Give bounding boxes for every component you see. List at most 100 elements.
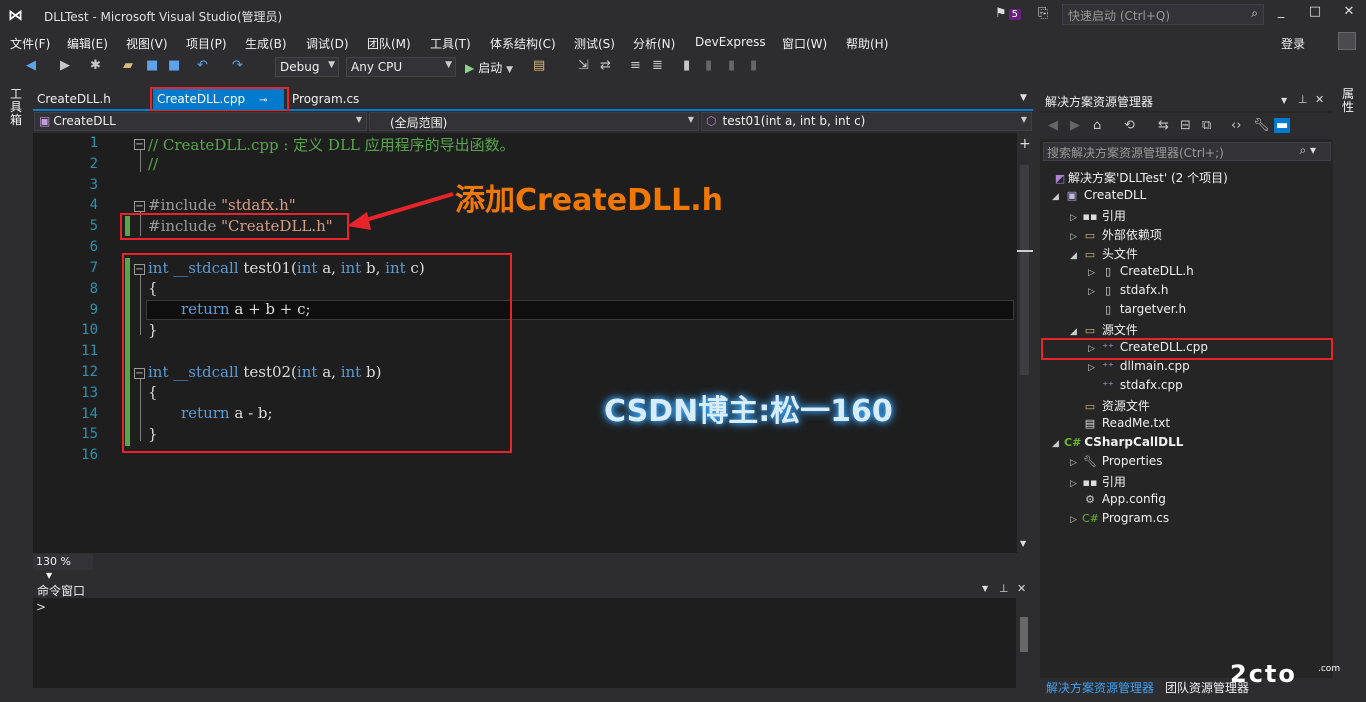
- notifications-flag-icon[interactable]: ⚑ 5: [995, 6, 1022, 21]
- collapsed-chevron-icon[interactable]: ▷: [1070, 458, 1082, 468]
- expanded-chevron-icon[interactable]: ◢: [1070, 327, 1082, 337]
- comment-icon[interactable]: ≡: [630, 58, 641, 73]
- menu-project[interactable]: 项目(P): [186, 35, 227, 52]
- scrollbar-thumb[interactable]: [1020, 165, 1029, 375]
- feedback-icon[interactable]: ⎘: [1038, 6, 1048, 21]
- step-over-icon[interactable]: ⇄: [600, 58, 611, 73]
- save-icon[interactable]: ■: [146, 58, 158, 73]
- bookmark-icon[interactable]: ▮: [683, 58, 690, 73]
- save-all-icon[interactable]: ■: [168, 58, 180, 73]
- collapse-icon[interactable]: −: [134, 139, 145, 150]
- close-button[interactable]: ✕: [1338, 4, 1360, 24]
- solution-search-input[interactable]: 搜索解决方案资源管理器(Ctrl+;) ⌕ ▾: [1043, 142, 1331, 161]
- scope-dropdown[interactable]: (全局范围) ▼: [369, 112, 699, 131]
- home-icon[interactable]: ⌂: [1093, 118, 1101, 133]
- new-project-icon[interactable]: ✱: [90, 58, 101, 73]
- properties-wrench-icon[interactable]: 🔧︎: [1253, 118, 1270, 133]
- collapsed-chevron-icon[interactable]: ▷: [1070, 515, 1082, 525]
- split-editor-icon[interactable]: +: [1019, 136, 1031, 152]
- tree-item-properties[interactable]: ▷ 🔧︎ Properties: [1070, 454, 1162, 473]
- menu-devexpress[interactable]: DevExpress: [695, 35, 766, 49]
- collapsed-chevron-icon[interactable]: ▷: [1070, 479, 1082, 489]
- next-bookmark-icon[interactable]: ▮: [728, 58, 735, 73]
- properties-tab[interactable]: 属性: [1342, 88, 1356, 114]
- collapsed-chevron-icon[interactable]: ▷: [1088, 287, 1100, 297]
- login-link[interactable]: 登录: [1281, 35, 1305, 52]
- window-position-chevron-icon[interactable]: ▼: [1281, 96, 1287, 105]
- menu-test[interactable]: 测试(S): [574, 35, 615, 52]
- auto-hide-pin-icon[interactable]: ⊥: [1298, 93, 1308, 106]
- tree-item-stdafx-h[interactable]: ▷ ▯ stdafx.h: [1088, 283, 1169, 302]
- solution-configuration-select[interactable]: Debug ▼: [275, 57, 339, 77]
- tree-item-resource-files[interactable]: ▭ 资源文件: [1082, 397, 1150, 416]
- menu-tools[interactable]: 工具(T): [430, 35, 471, 52]
- prev-bookmark-icon[interactable]: ▮: [705, 58, 712, 73]
- auto-hide-pin-icon[interactable]: ⊥: [999, 582, 1009, 595]
- collapse-all-icon[interactable]: ⊟: [1180, 118, 1191, 133]
- collapsed-chevron-icon[interactable]: ▷: [1088, 268, 1100, 278]
- tab-createdll-h[interactable]: CreateDLL.h: [33, 89, 115, 110]
- tab-solution-explorer[interactable]: 解决方案资源管理器: [1046, 679, 1154, 696]
- tree-item-references[interactable]: ▷ ▪▪ 引用: [1070, 207, 1126, 226]
- window-position-chevron-icon[interactable]: ▼: [982, 584, 988, 593]
- tree-item-csharpcalldll-project[interactable]: ◢ C# CSharpCallDLL: [1052, 435, 1183, 454]
- menu-help[interactable]: 帮助(H): [846, 35, 888, 52]
- tree-item-targetver-h[interactable]: ▯ targetver.h: [1100, 302, 1186, 321]
- tree-item-createdll-project[interactable]: ◢ ▣ CreateDLL: [1052, 188, 1146, 207]
- tree-item-external-deps[interactable]: ▷ ▭ 外部依赖项: [1070, 226, 1162, 245]
- collapsed-chevron-icon[interactable]: ▷: [1070, 213, 1082, 223]
- preview-selected-icon[interactable]: ▬: [1274, 118, 1291, 133]
- toolbox-tab[interactable]: 工具箱: [10, 88, 24, 127]
- collapse-icon[interactable]: −: [134, 201, 145, 212]
- expanded-chevron-icon[interactable]: ◢: [1052, 192, 1064, 202]
- open-file-icon[interactable]: ▰: [123, 58, 133, 73]
- expanded-chevron-icon[interactable]: ◢: [1052, 439, 1064, 449]
- solution-platform-select[interactable]: Any CPU ▼: [346, 57, 456, 77]
- menu-architecture[interactable]: 体系结构(C): [490, 35, 556, 52]
- tree-item-solution[interactable]: ◩ 解决方案'DLLTest' (2 个项目): [1052, 169, 1228, 188]
- collapsed-chevron-icon[interactable]: ▷: [1070, 232, 1082, 242]
- scroll-down-icon[interactable]: ▼: [1020, 539, 1026, 548]
- undo-icon[interactable]: ↶: [197, 58, 208, 73]
- browser-link-icon[interactable]: ▤: [533, 58, 545, 73]
- tree-item-stdafx-cpp[interactable]: ⁺⁺ stdafx.cpp: [1100, 378, 1183, 397]
- editor-horizontal-scrollbar[interactable]: [95, 556, 1015, 568]
- project-dropdown[interactable]: ▣ CreateDLL ▼: [34, 112, 367, 131]
- menu-edit[interactable]: 编辑(E): [67, 35, 108, 52]
- scrollbar-thumb[interactable]: [1020, 617, 1028, 652]
- quick-launch-input[interactable]: 快速启动 (Ctrl+Q) ⌕: [1062, 4, 1264, 25]
- account-icon[interactable]: [1338, 32, 1356, 50]
- menu-window[interactable]: 窗口(W): [782, 35, 827, 52]
- tab-program-cs[interactable]: Program.cs: [288, 89, 363, 110]
- show-all-files-icon[interactable]: ⧉: [1202, 118, 1211, 133]
- sync-icon[interactable]: ⇆: [1158, 118, 1169, 133]
- navigate-back-icon[interactable]: ◀: [26, 58, 36, 73]
- redo-icon[interactable]: ↷: [232, 58, 243, 73]
- tree-item-readme[interactable]: ▤ ReadMe.txt: [1082, 416, 1170, 435]
- navigate-forward-icon[interactable]: ▶: [60, 58, 70, 73]
- pending-changes-icon[interactable]: ⟲: [1124, 118, 1135, 133]
- menu-view[interactable]: 视图(V): [126, 35, 168, 52]
- tree-item-createdll-h[interactable]: ▷ ▯ CreateDLL.h: [1088, 264, 1194, 283]
- menu-build[interactable]: 生成(B): [245, 35, 287, 52]
- member-dropdown[interactable]: ⬡ test01(int a, int b, int c) ▼: [701, 112, 1032, 131]
- close-icon[interactable]: ✕: [1315, 93, 1324, 106]
- back-icon[interactable]: ◀: [1048, 118, 1058, 133]
- maximize-button[interactable]: □: [1304, 4, 1326, 24]
- collapsed-chevron-icon[interactable]: ▷: [1088, 363, 1100, 373]
- tab-overflow-chevron-icon[interactable]: ▼: [1020, 93, 1027, 103]
- tree-item-program-cs[interactable]: ▷ C# Program.cs: [1070, 511, 1169, 530]
- menu-debug[interactable]: 调试(D): [306, 35, 349, 52]
- forward-icon[interactable]: ▶: [1070, 118, 1080, 133]
- step-into-icon[interactable]: ⇲: [578, 58, 589, 73]
- expanded-chevron-icon[interactable]: ◢: [1070, 251, 1082, 261]
- zoom-level-select[interactable]: 130 % ▼: [33, 554, 93, 580]
- close-icon[interactable]: ✕: [1017, 582, 1026, 595]
- tree-item-header-files[interactable]: ◢ ▭ 头文件: [1070, 245, 1138, 264]
- menu-team[interactable]: 团队(M): [367, 35, 411, 52]
- tree-item-references-cs[interactable]: ▷ ▪▪ 引用: [1070, 473, 1126, 492]
- start-debugging-button[interactable]: ▶ 启动 ▼: [465, 59, 513, 76]
- clear-bookmarks-icon[interactable]: ▮: [750, 58, 757, 73]
- minimize-button[interactable]: _: [1270, 4, 1292, 24]
- command-input-area[interactable]: [33, 598, 1016, 688]
